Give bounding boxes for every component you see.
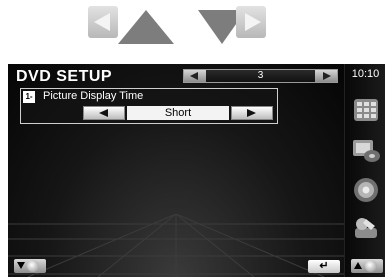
main-area: DVD SETUP 3 1- Picture Display Time Shor…: [8, 64, 344, 277]
side-panel: 10:10: [344, 64, 385, 277]
value-prev-button[interactable]: [83, 106, 125, 120]
volume-down-button[interactable]: [14, 259, 46, 273]
page-prev-button[interactable]: [184, 70, 206, 82]
down-arrow-icon: [17, 262, 25, 269]
audio-speaker-icon[interactable]: [351, 176, 381, 204]
picture-display-time-setting: 1- Picture Display Time Short: [20, 88, 278, 124]
setting-marker-icon: 1-: [23, 91, 35, 103]
left-arrow-icon: [190, 72, 198, 80]
media-icon[interactable]: [351, 136, 381, 164]
value-next-button[interactable]: [231, 106, 273, 120]
nav-left-button[interactable]: [88, 6, 118, 38]
return-icon: ↵: [319, 260, 329, 272]
volume-up-button[interactable]: [351, 259, 383, 273]
return-button[interactable]: ↵: [308, 260, 340, 273]
floor-grid: [8, 214, 344, 277]
setting-label: Picture Display Time: [43, 90, 144, 102]
right-arrow-icon: [247, 109, 256, 117]
setting-value: Short: [127, 106, 229, 120]
nav-up-button[interactable]: [118, 10, 174, 44]
left-arrow-icon: [99, 109, 108, 117]
page-next-button[interactable]: [315, 70, 337, 82]
clock: 10:10: [351, 68, 380, 80]
page-selector: 3: [183, 69, 338, 83]
knob-icon: [365, 260, 377, 272]
page-title: DVD SETUP: [16, 68, 113, 85]
up-arrow-icon: [354, 262, 362, 269]
left-arrow-icon: [94, 13, 110, 31]
nav-right-button[interactable]: [236, 6, 266, 38]
menu-grid-icon[interactable]: [351, 96, 381, 124]
right-arrow-icon: [323, 72, 331, 80]
setup-icon[interactable]: [351, 214, 381, 242]
knob-icon: [27, 260, 39, 272]
device-screen: DVD SETUP 3 1- Picture Display Time Shor…: [8, 64, 385, 277]
right-arrow-icon: [245, 13, 261, 31]
